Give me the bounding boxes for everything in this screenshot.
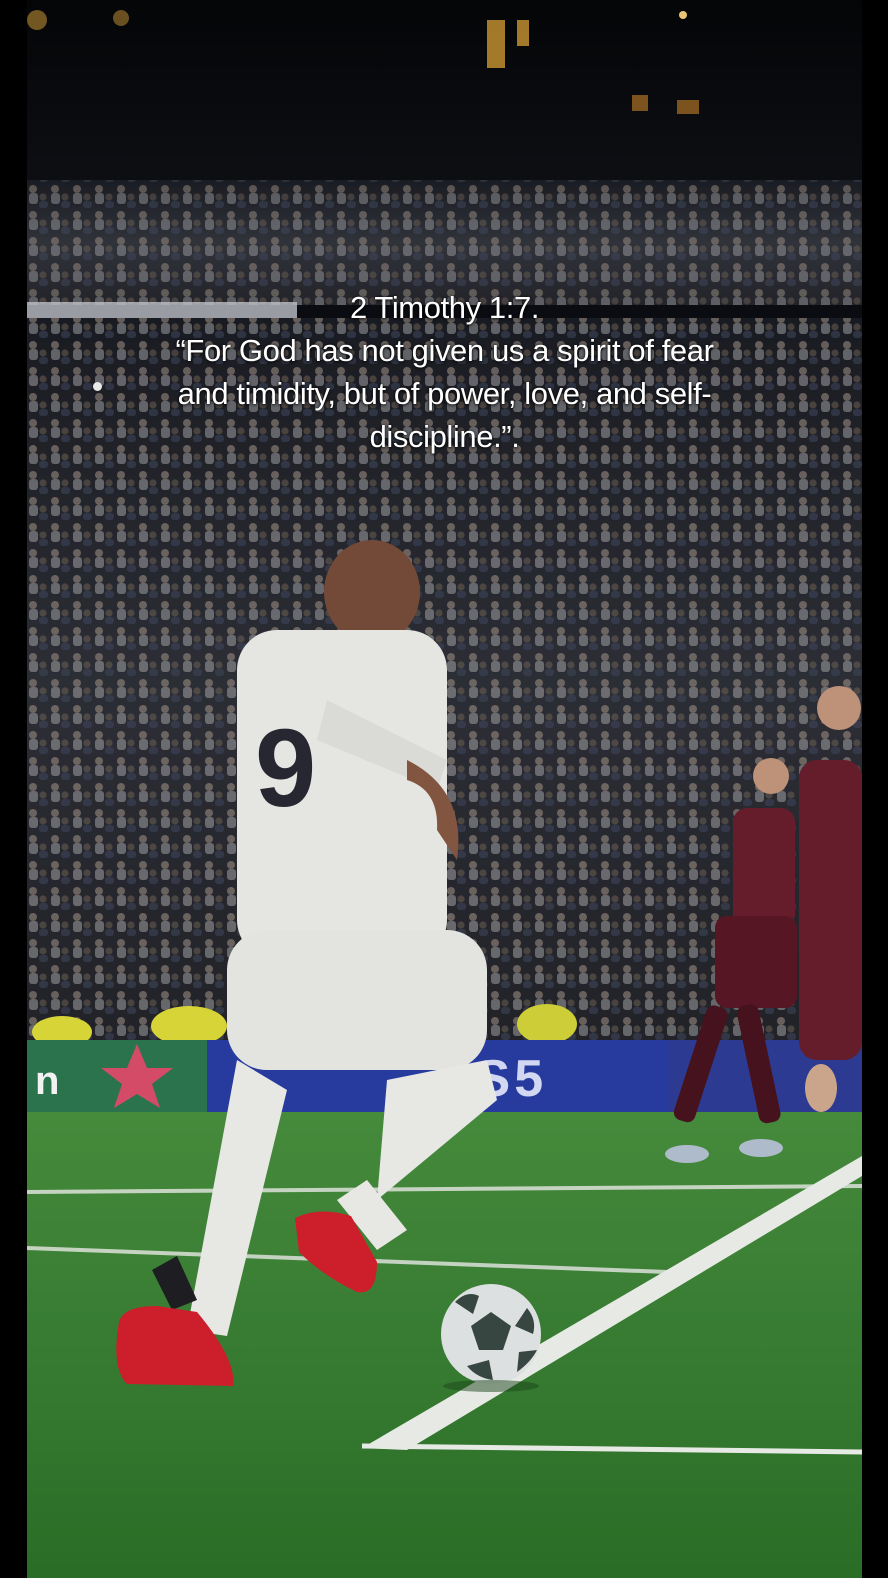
caption-line-3: discipline.”.: [369, 419, 520, 454]
caption-line-2: and timidity, but of power, love, and se…: [177, 376, 712, 411]
left-letterbox-bar: [0, 0, 27, 1578]
match-scene-image: n PS5 9: [27, 0, 862, 1578]
bullet-dot: [93, 382, 102, 391]
video-frame[interactable]: n PS5 9: [27, 0, 862, 1578]
caption-reference: 2 Timothy 1:7.: [349, 290, 540, 325]
scripture-caption: 2 Timothy 1:7. “For God has not given us…: [27, 286, 862, 458]
right-letterbox-bar: [862, 0, 888, 1578]
caption-line-1: “For God has not given us a spirit of fe…: [175, 333, 714, 368]
